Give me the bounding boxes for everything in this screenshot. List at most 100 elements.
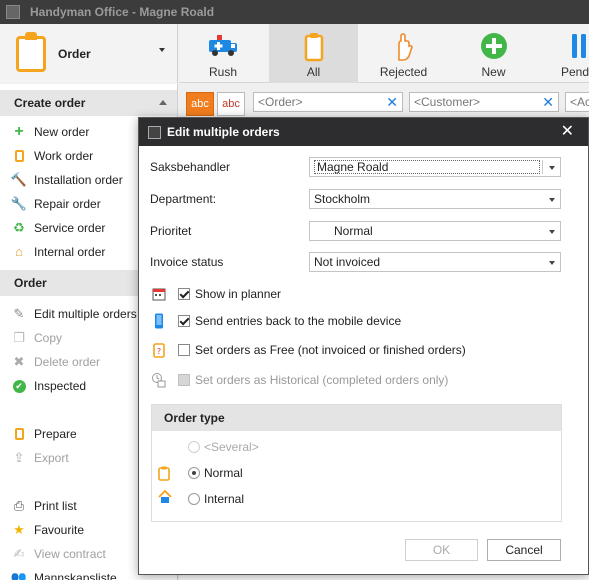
dropdown-separator <box>542 160 543 174</box>
radio-normal[interactable] <box>188 467 200 479</box>
saksbehandler-select[interactable]: Magne Roald <box>309 157 561 177</box>
check-circle-icon: ✔ <box>12 379 26 393</box>
all-label: All <box>306 65 321 79</box>
calendar-icon <box>151 286 167 302</box>
sidebar-item-label: Print list <box>34 499 77 513</box>
create-order-header-label: Create order <box>14 96 86 110</box>
sidebar-item-label: Internal order <box>34 245 106 259</box>
hammer-icon: 🔨 <box>10 172 28 187</box>
collapse-icon[interactable] <box>159 100 167 105</box>
delete-icon: ✖ <box>13 354 25 369</box>
dialog-title: Edit multiple orders <box>167 125 280 139</box>
copy-icon: ❐ <box>13 330 25 345</box>
radio-internal[interactable] <box>188 493 200 505</box>
order-type-internal-option[interactable]: Internal <box>188 492 244 506</box>
order-type-normal-option[interactable]: Normal <box>188 466 243 480</box>
cancel-button[interactable]: Cancel <box>487 539 561 561</box>
sidebar-item-label: Copy <box>34 331 63 345</box>
history-icon <box>151 372 167 388</box>
clipboard-icon <box>158 466 170 484</box>
rush-label: Rush <box>208 65 237 79</box>
dialog-title-bar: Edit multiple orders ✕ <box>139 118 588 146</box>
free-order-icon: ? <box>151 342 167 358</box>
set-free-checkbox[interactable] <box>178 344 190 356</box>
star-icon: ★ <box>13 522 25 537</box>
clipboard-icon <box>12 427 26 441</box>
clipboard-icon <box>12 149 26 163</box>
close-icon[interactable]: ✕ <box>561 124 574 140</box>
department-select[interactable]: Stockholm <box>309 189 561 209</box>
show-in-planner-row: Show in planner <box>151 286 281 302</box>
dialog-app-icon <box>148 125 161 139</box>
sidebar-item-label: Edit multiple orders <box>34 307 137 321</box>
saksbehandler-value: Magne Roald <box>317 160 389 174</box>
department-value: Stockholm <box>314 192 371 206</box>
clipboard-icon <box>16 31 46 72</box>
new-label: New <box>481 65 506 79</box>
pend-label: Pend <box>561 65 589 79</box>
rejected-button[interactable]: Rejected <box>359 24 448 83</box>
house-icon: ⌂ <box>15 244 23 259</box>
recycle-icon: ♻ <box>13 220 25 235</box>
chevron-down-icon <box>549 198 555 202</box>
sidebar-item-label: Delete order <box>34 355 101 369</box>
main-toolbar: Rush All Rejected New Pend <box>179 24 589 83</box>
people-icon: 👥 <box>10 570 28 580</box>
edit-icon: ✎ <box>13 306 25 321</box>
wrench-icon: 🔧 <box>10 196 28 211</box>
prioritet-select[interactable]: Normal <box>309 221 561 241</box>
module-selector[interactable]: Order <box>0 24 178 83</box>
invoice-status-select[interactable]: Not invoiced <box>309 252 561 272</box>
pend-button[interactable]: Pend <box>539 24 589 83</box>
order-section-header-label: Order <box>14 276 47 290</box>
filter-bar: abc abc <Order> ✕ <Customer> ✕ <Ac <box>179 84 589 118</box>
ambulance-icon <box>209 35 237 56</box>
order-type-several-option[interactable]: <Several> <box>188 440 259 454</box>
ok-button[interactable]: OK <box>405 539 478 561</box>
title-bar: Handyman Office - Magne Roald <box>0 0 589 24</box>
plus-icon: + <box>14 123 24 140</box>
send-entries-checkbox[interactable] <box>178 315 190 327</box>
mobile-device-icon <box>151 313 167 329</box>
show-in-planner-checkbox[interactable] <box>178 288 190 300</box>
third-filter-input[interactable]: <Ac <box>565 92 589 112</box>
chevron-down-icon <box>549 166 555 170</box>
create-order-header[interactable]: Create order <box>0 90 177 116</box>
plus-circle-icon <box>480 33 507 59</box>
order-type-header: Order type <box>152 405 561 431</box>
new-button[interactable]: New <box>449 24 538 83</box>
app-icon <box>6 5 20 19</box>
order-filter-input[interactable]: <Order> ✕ <box>253 92 403 112</box>
prioritet-value: Normal <box>334 224 373 238</box>
third-filter-placeholder: <Ac <box>570 95 589 109</box>
order-type-group: Order type <Several> Normal Internal <box>151 404 562 522</box>
module-label: Order <box>58 46 91 61</box>
sidebar-item-label: Service order <box>34 221 106 235</box>
send-entries-row: Send entries back to the mobile device <box>151 313 401 329</box>
order-type-normal-label: Normal <box>204 466 243 480</box>
customer-filter-placeholder: <Customer> <box>414 95 481 109</box>
radio-several[interactable] <box>188 441 200 453</box>
clear-icon[interactable]: ✕ <box>542 95 554 109</box>
invoice-status-label: Invoice status <box>150 255 224 269</box>
prioritet-label: Prioritet <box>150 224 192 238</box>
customer-filter-input[interactable]: <Customer> ✕ <box>409 92 559 112</box>
abc-filter-active[interactable]: abc <box>186 92 214 116</box>
set-historical-label: Set orders as Historical (completed orde… <box>195 373 449 387</box>
sidebar-item-label: View contract <box>34 547 106 561</box>
svg-text:?: ? <box>157 347 161 356</box>
set-historical-checkbox[interactable] <box>178 374 190 386</box>
chevron-down-icon <box>549 230 555 234</box>
saksbehandler-label: Saksbehandler <box>150 160 231 174</box>
all-button[interactable]: All <box>269 24 358 83</box>
pause-icon <box>572 34 586 58</box>
clear-icon[interactable]: ✕ <box>386 95 398 109</box>
raised-hand-icon <box>397 33 413 61</box>
abc-filter[interactable]: abc <box>217 92 245 116</box>
set-free-row: ? Set orders as Free (not invoiced or fi… <box>151 342 466 358</box>
sidebar-item-label: Prepare <box>34 427 77 441</box>
rush-button[interactable]: Rush <box>179 24 267 83</box>
invoice-status-value: Not invoiced <box>314 255 381 269</box>
export-icon: ⇪ <box>13 450 25 465</box>
clipboard-icon <box>304 33 323 62</box>
